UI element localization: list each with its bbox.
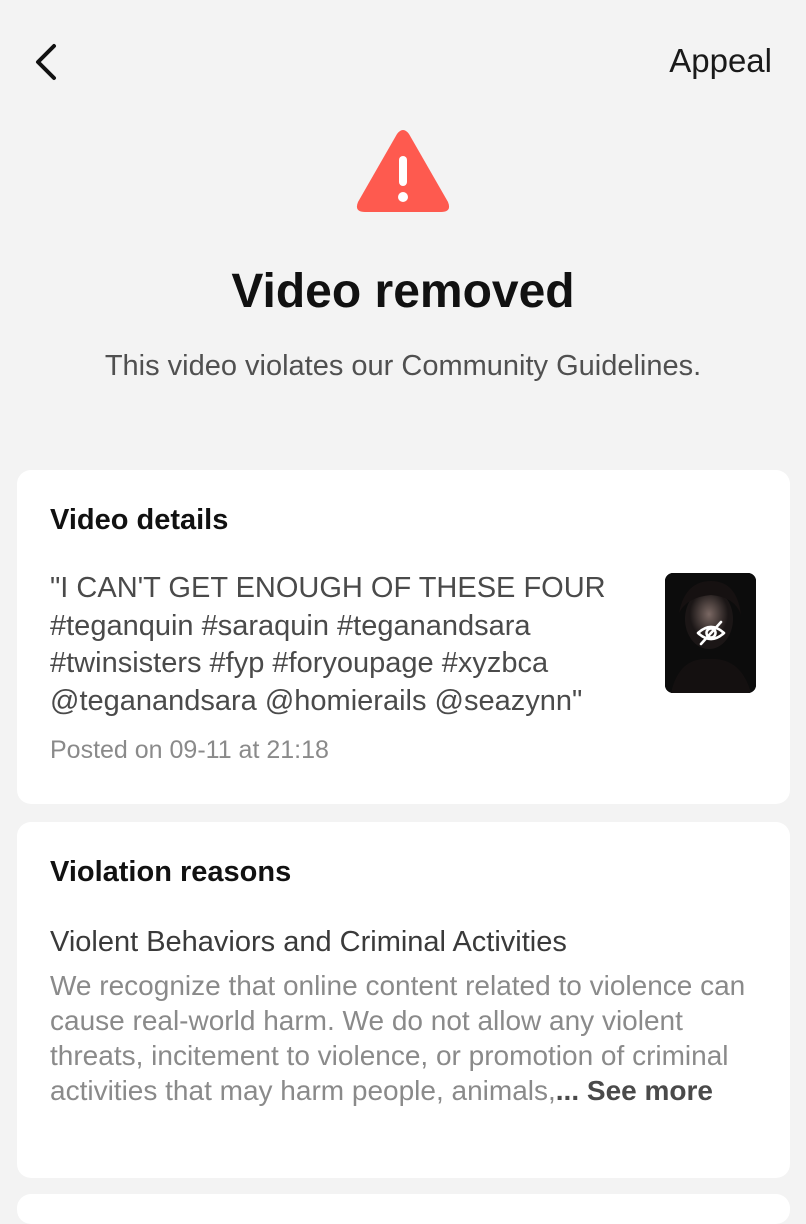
violation-reason-title: Violent Behaviors and Criminal Activitie…	[50, 926, 567, 958]
posted-timestamp: Posted on 09-11 at 21:18	[50, 736, 329, 764]
chevron-left-icon	[36, 44, 56, 80]
page-subtitle: This video violates our Community Guidel…	[104, 350, 702, 382]
appeal-button[interactable]: Appeal	[669, 42, 772, 80]
ellipsis: ...	[555, 1075, 580, 1106]
see-more-link[interactable]: See more	[587, 1075, 713, 1106]
page-title: Video removed	[231, 265, 575, 318]
warning-icon	[356, 130, 450, 212]
violation-reasons-card: Violation reasons Violent Behaviors and …	[17, 822, 790, 1178]
video-details-card: Video details "I CAN'T GET ENOUGH OF THE…	[17, 470, 790, 804]
top-bar: Appeal	[0, 0, 806, 124]
violation-reasons-heading: Violation reasons	[50, 856, 292, 888]
video-details-heading: Video details	[50, 504, 229, 536]
video-caption: "I CAN'T GET ENOUGH OF THESE FOUR #tegan…	[50, 572, 606, 717]
next-card	[17, 1194, 790, 1224]
violation-reason-description: We recognize that online content related…	[50, 968, 770, 1108]
back-button[interactable]	[28, 40, 68, 84]
eye-slash-icon	[696, 620, 726, 646]
video-thumbnail[interactable]	[665, 573, 756, 693]
